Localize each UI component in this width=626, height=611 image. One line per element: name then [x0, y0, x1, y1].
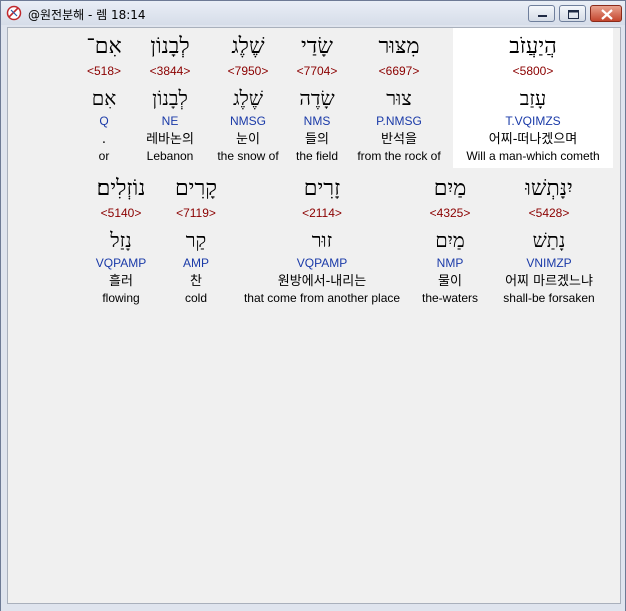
strong-number[interactable]: <3844> [135, 64, 205, 78]
strong-number[interactable]: <7950> [212, 64, 284, 78]
parsing-code: VQPAMP [95, 256, 147, 270]
hebrew-word: נוֹזְלִים׃ [96, 176, 146, 201]
english-gloss: Lebanon [146, 149, 194, 163]
parsing-code: AMP [182, 256, 209, 270]
korean-gloss: 흘러 [109, 274, 133, 289]
hebrew-word: שָׂדַי [301, 34, 333, 59]
hebrew-word: שֶׁלֶג [231, 34, 265, 59]
word-block[interactable]: שֶׁלֶג <7950> שֶׁלֶג NMSG 눈이 the snow of [212, 34, 284, 164]
parsing-code: NMP [436, 256, 464, 270]
minimize-button[interactable] [528, 5, 555, 22]
word-block[interactable]: לְבָנוֹן <3844> לְבָנוֹן NE 레바논의 Lebanon [135, 34, 205, 164]
strong-number[interactable]: <5428> [488, 206, 610, 220]
root-word: זוּר [311, 228, 333, 252]
strong-number[interactable]: <4325> [414, 206, 486, 220]
korean-gloss: 눈이 [236, 132, 260, 147]
root-word: נָתַשׁ [532, 228, 566, 252]
close-icon [601, 9, 613, 20]
root-word: צוּר [386, 86, 412, 110]
strong-number[interactable]: <518> [76, 64, 132, 78]
parsing-code: P.NMSG [376, 114, 422, 128]
word-block[interactable]: מַיִם <4325> מַיִם NMP 물이 the-waters [414, 176, 486, 306]
parsing-code: NMS [303, 114, 331, 128]
root-word: עָזַב [519, 86, 547, 110]
app-window: @원전분해 - 렘 18:14 אִם־ <518> אִם Q . or לְ… [0, 0, 626, 611]
parsing-code: NMSG [230, 114, 266, 128]
korean-gloss: 어찌-떠나겠으며 [488, 132, 578, 147]
hebrew-word: הֲיַעֲזֹב [509, 34, 557, 59]
window-bottom-border [1, 604, 625, 611]
maximize-icon [568, 10, 579, 19]
korean-gloss: 물이 [438, 274, 462, 289]
english-gloss: that come from another place [243, 291, 401, 305]
korean-gloss: 들의 [305, 132, 329, 147]
korean-gloss: 원방에서-내리는 [277, 274, 367, 289]
english-gloss: the snow of [217, 149, 279, 163]
word-block[interactable]: יִנָּתְשׁוּ <5428> נָתַשׁ VNIMZP 어찌 마르겠느… [488, 176, 610, 306]
korean-gloss: 어찌 마르겠느냐 [505, 274, 593, 289]
english-gloss: flowing [102, 291, 140, 305]
word-block-selected[interactable]: הֲיַעֲזֹב <5800> עָזַב T.VQIMZS 어찌-떠나겠으며… [453, 34, 613, 164]
english-gloss: the field [295, 149, 339, 163]
root-word: אִם [91, 86, 117, 110]
parsing-code: NE [161, 114, 179, 128]
english-gloss: Will a man-which cometh [466, 149, 600, 163]
hebrew-word: לְבָנוֹן [150, 34, 190, 59]
strong-number[interactable]: <7704> [290, 64, 344, 78]
root-word: מַיִם [435, 228, 465, 252]
hebrew-word: יִנָּתְשׁוּ [525, 176, 573, 201]
root-word: נָזַל [110, 228, 132, 252]
parsing-code: T.VQIMZS [505, 114, 561, 128]
korean-gloss: 반석을 [381, 132, 417, 147]
parsing-code: VNIMZP [526, 256, 572, 270]
strong-number[interactable]: <5140> [86, 206, 156, 220]
minimize-icon [538, 15, 547, 17]
korean-gloss: . [101, 132, 107, 147]
strong-number[interactable]: <2114> [236, 206, 408, 220]
parsing-code: Q [99, 114, 109, 128]
root-word: לְבָנוֹן [152, 86, 188, 110]
strong-number[interactable]: <6697> [351, 64, 447, 78]
app-logo-icon [6, 5, 22, 21]
root-word: שֶׁלֶג [232, 86, 264, 110]
korean-gloss: 레바논의 [146, 132, 194, 147]
word-block[interactable]: מִצּוּר <6697> צוּר P.NMSG 반석을 from the … [351, 34, 447, 164]
word-block[interactable]: זָרִים <2114> זוּר VQPAMP 원방에서-내리는 that … [236, 176, 408, 306]
title-bar[interactable]: @원전분해 - 렘 18:14 [1, 1, 625, 25]
hebrew-word: מַיִם [433, 176, 467, 201]
strong-number[interactable]: <5800> [453, 64, 613, 78]
english-gloss: or [98, 149, 110, 163]
english-gloss: the-waters [421, 291, 479, 305]
english-gloss: shall-be forsaken [503, 291, 595, 305]
parsing-code: VQPAMP [296, 256, 348, 270]
root-word: קַר [185, 228, 207, 252]
close-button[interactable] [590, 5, 622, 22]
word-block[interactable]: נוֹזְלִים׃ <5140> נָזַל VQPAMP 흘러 flowin… [86, 176, 156, 306]
hebrew-word: זָרִים [303, 176, 341, 201]
interlinear-panel: אִם־ <518> אִם Q . or לְבָנוֹן <3844> לְ… [7, 27, 621, 604]
english-gloss: from the rock of [357, 149, 441, 163]
korean-gloss: 찬 [190, 274, 202, 289]
root-word: שָׂדֶה [299, 86, 335, 110]
hebrew-word: אִם־ [86, 34, 122, 59]
window-title: @원전분해 - 렘 18:14 [28, 8, 146, 22]
hebrew-word: מִצּוּר [378, 34, 420, 59]
word-block[interactable]: שָׂדַי <7704> שָׂדֶה NMS 들의 the field [290, 34, 344, 164]
strong-number[interactable]: <7119> [163, 206, 229, 220]
word-block[interactable]: קָרִים <7119> קַר AMP 찬 cold [163, 176, 229, 306]
maximize-button[interactable] [559, 5, 586, 22]
hebrew-word: קָרִים [174, 176, 218, 201]
word-block[interactable]: אִם־ <518> אִם Q . or [76, 34, 132, 164]
english-gloss: cold [184, 291, 207, 305]
